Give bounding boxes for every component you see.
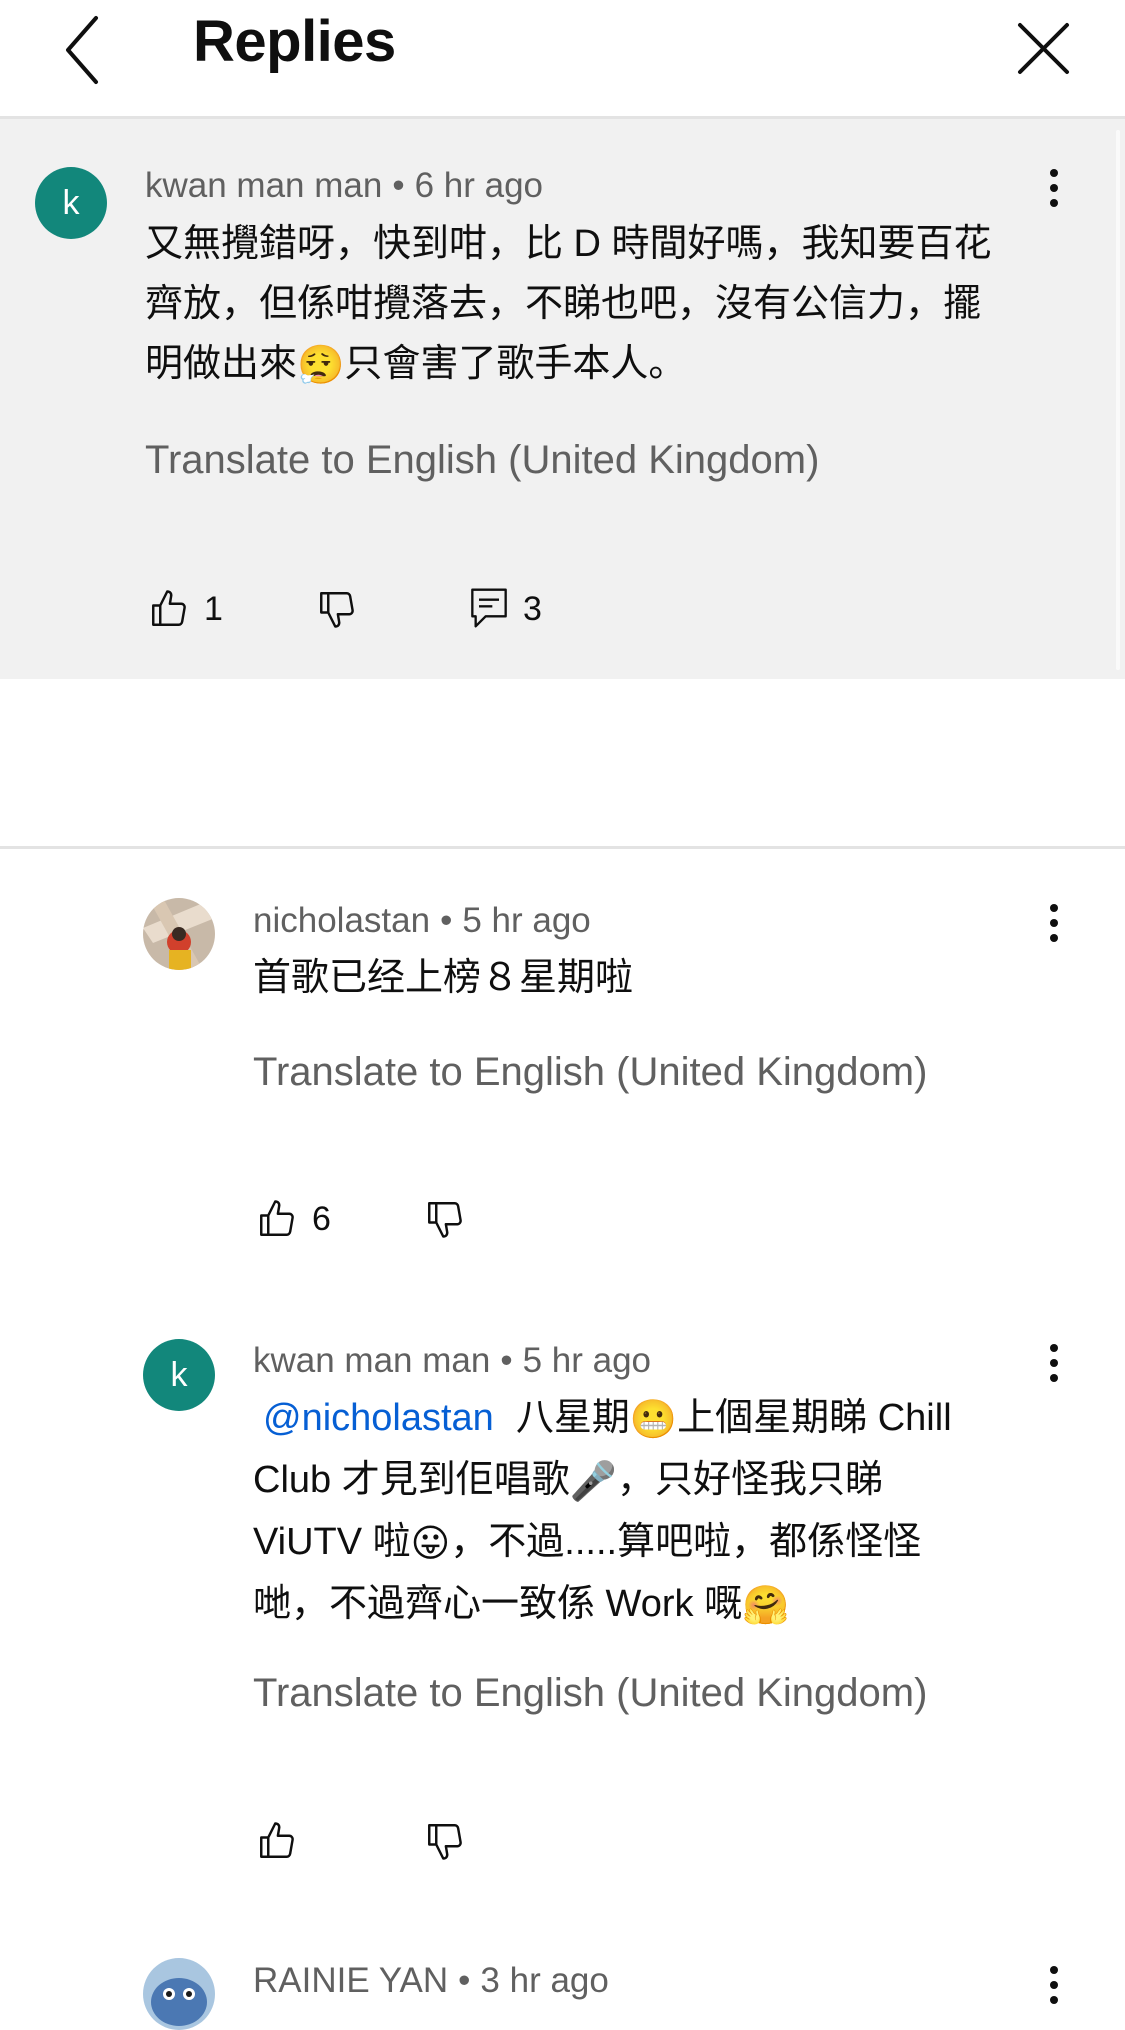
separator-dot: • (392, 166, 405, 205)
comment-meta: kwan man man • 5 hr ago (253, 1341, 651, 1381)
timestamp: 5 hr ago (522, 1341, 652, 1380)
thumbs-down-icon (428, 1824, 462, 1860)
separator-dot: • (500, 1341, 513, 1380)
like-button[interactable] (256, 1198, 298, 1245)
dislike-button[interactable] (316, 588, 358, 635)
back-button[interactable] (50, 6, 120, 86)
avatar-photo-icon (143, 898, 215, 970)
like-count: 6 (312, 1200, 331, 1238)
avatar[interactable] (143, 1958, 215, 2030)
avatar[interactable]: k (143, 1339, 215, 1411)
mention-link[interactable]: @nicholastan (263, 1397, 494, 1439)
dislike-button[interactable] (424, 1198, 466, 1245)
translate-link[interactable]: Translate to English (United Kingdom) (253, 1050, 927, 1095)
page-title: Replies (193, 9, 396, 74)
section-divider (0, 846, 1125, 849)
more-vertical-icon (1039, 1966, 1069, 2004)
dislike-button[interactable] (424, 1820, 466, 1867)
timestamp: 6 hr ago (414, 166, 544, 205)
more-vertical-icon (1039, 169, 1069, 207)
tongue-emoji: 😛 (410, 1522, 451, 1565)
reply-count: 3 (523, 590, 542, 628)
microphone-emoji: 🎤 (569, 1460, 618, 1503)
like-button[interactable] (148, 588, 190, 635)
like-count: 1 (204, 590, 223, 628)
translate-link[interactable]: Translate to English (United Kingdom) (145, 438, 819, 483)
timestamp: 3 hr ago (480, 1961, 609, 2000)
header: Replies (0, 0, 1125, 116)
more-vertical-icon (1039, 1344, 1069, 1382)
separator-dot: • (458, 1961, 471, 2000)
exhale-emoji: 😮‍💨 (297, 344, 345, 387)
avatar[interactable] (143, 898, 215, 970)
close-button[interactable] (1005, 10, 1075, 80)
chevron-left-icon (66, 16, 98, 84)
comment-meta: nicholastan • 5 hr ago (253, 901, 591, 941)
comment-text: 又無攪錯呀，快到咁，比 D 時間好嗎，我知要百花 齊放，但係咁攪落去，不睇也吧，… (145, 214, 1045, 396)
comment-text: 首歌已经上榜８星期啦 (253, 957, 634, 999)
avatar[interactable]: k (35, 167, 107, 239)
separator-dot: • (440, 901, 453, 940)
more-options-button[interactable] (1039, 1962, 1069, 2012)
avatar-seal-icon (143, 1958, 215, 2030)
comment-text: @nicholastan 八星期😬上個星期睇 Chill Club 才見到佢唱歌🎤… (253, 1388, 1043, 1636)
comment-meta: RAINIE YAN • 3 hr ago (253, 1961, 609, 2001)
thumbs-down-icon (428, 1202, 462, 1238)
comment-meta: kwan man man • 6 hr ago (145, 166, 543, 206)
author-name[interactable]: kwan man man (145, 166, 382, 205)
more-options-button[interactable] (1039, 165, 1069, 215)
hugging-emoji: 🤗 (742, 1584, 790, 1627)
thumbs-up-icon (152, 590, 186, 626)
thumbs-up-icon (260, 1200, 294, 1236)
like-button[interactable] (256, 1820, 298, 1867)
timestamp: 5 hr ago (462, 901, 591, 940)
more-options-button[interactable] (1039, 1340, 1069, 1390)
author-name[interactable]: nicholastan (253, 901, 430, 940)
more-options-button[interactable] (1039, 900, 1069, 950)
more-vertical-icon (1039, 904, 1069, 942)
thumbs-up-icon (260, 1822, 294, 1858)
translate-link[interactable]: Translate to English (United Kingdom) (253, 1671, 927, 1716)
grimacing-emoji: 😬 (629, 1398, 678, 1441)
author-name[interactable]: RAINIE YAN (253, 1961, 448, 2000)
author-name[interactable]: kwan man man (253, 1341, 490, 1380)
thumbs-down-icon (320, 592, 354, 628)
close-icon (1018, 23, 1069, 74)
scrollbar[interactable] (1116, 130, 1120, 670)
comment-icon (471, 588, 507, 628)
reply-button[interactable] (469, 586, 509, 635)
